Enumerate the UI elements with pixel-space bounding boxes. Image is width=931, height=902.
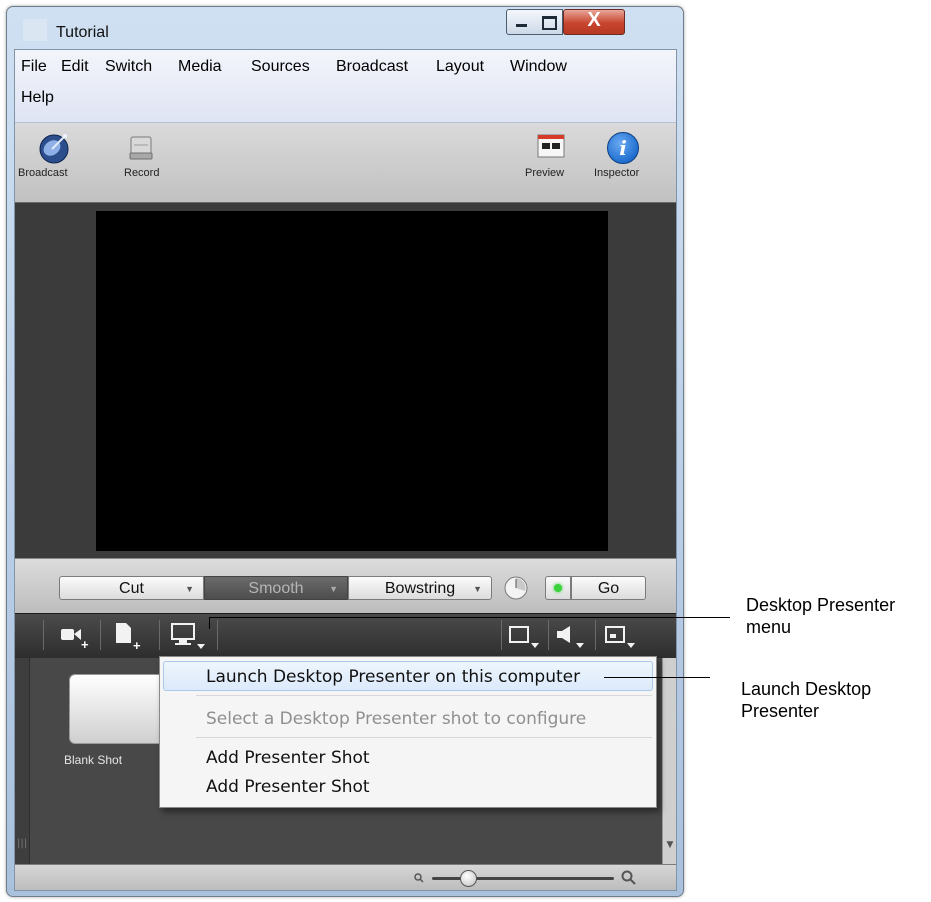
monitor-dropdown-icon [171, 623, 205, 649]
add-presenter-shot-item[interactable]: Add Presenter Shot [206, 748, 370, 768]
go-button[interactable]: Go [571, 576, 646, 600]
record-button[interactable]: Record [117, 129, 173, 183]
rectangle-dropdown-icon [509, 626, 539, 648]
smooth-transition-button[interactable]: Smooth ▼ [204, 576, 348, 600]
led-indicator-icon [554, 584, 562, 592]
desktop-presenter-menu-button[interactable] [171, 623, 211, 655]
transition-duration-dial[interactable] [503, 575, 529, 601]
menu-broadcast[interactable]: Broadcast [336, 58, 408, 76]
select-presenter-shot-item: Select a Desktop Presenter shot to confi… [206, 709, 587, 729]
document-add-icon: + [116, 623, 141, 653]
program-preview-video [96, 211, 608, 551]
maximize-icon [542, 16, 557, 30]
callout-desktop-presenter-menu: Desktop Presenter menu [746, 595, 896, 637]
menu-edit[interactable]: Edit [61, 58, 89, 76]
zoom-out-icon[interactable] [413, 872, 425, 884]
main-toolbar: Broadcast Record Preview i Inspector [15, 123, 676, 203]
cut-transition-button[interactable]: Cut ▼ [59, 576, 204, 600]
footer-bar [15, 864, 676, 890]
add-camera-shot-button[interactable]: + [61, 626, 93, 654]
speaker-dropdown-icon [557, 626, 584, 648]
add-presenter-shot-item-2[interactable]: Add Presenter Shot [206, 777, 370, 797]
menu-layout[interactable]: Layout [436, 58, 484, 76]
app-icon [23, 19, 47, 41]
inspector-label: Inspector [594, 167, 640, 179]
inspector-button[interactable]: i Inspector [587, 129, 657, 183]
blank-shot-label: Blank Shot [64, 753, 123, 767]
menu-window[interactable]: Window [510, 58, 567, 76]
preview-label: Preview [525, 167, 565, 179]
svg-text:+: + [81, 637, 89, 650]
zoom-in-icon[interactable] [621, 870, 637, 886]
preview-button[interactable]: Preview [523, 129, 581, 183]
preview-window-icon [537, 134, 565, 158]
add-media-shot-button[interactable]: + [116, 623, 148, 655]
menu-sources[interactable]: Sources [251, 58, 310, 76]
title-bar[interactable]: Tutorial X [7, 7, 683, 49]
layout-menu-button[interactable] [509, 626, 543, 654]
shots-toolbar: + + [15, 613, 676, 659]
satellite-dish-icon [39, 134, 69, 164]
bowstring-transition-button[interactable]: Bowstring ▼ [348, 576, 492, 600]
window-title: Tutorial [56, 24, 109, 41]
vertical-scrollbar[interactable]: ▼ [662, 658, 676, 864]
menu-file[interactable]: File [21, 58, 47, 76]
chevron-down-icon: ▼ [473, 584, 482, 594]
cut-label: Cut [119, 580, 144, 597]
bowstring-label: Bowstring [384, 580, 456, 597]
close-icon: X [587, 9, 601, 31]
display-menu-button[interactable] [605, 626, 639, 654]
minimize-icon [516, 24, 527, 27]
callout-line-menu [209, 617, 730, 618]
go-led-button[interactable] [545, 576, 571, 600]
info-icon: i [607, 132, 639, 164]
video-camera-add-icon: + [61, 629, 89, 652]
preview-area [15, 203, 676, 558]
scroll-down-icon[interactable]: ▼ [663, 838, 676, 852]
svg-text:+: + [133, 638, 141, 651]
audio-menu-button[interactable] [556, 626, 590, 654]
launch-desktop-presenter-item[interactable]: Launch Desktop Presenter on this compute… [206, 667, 580, 687]
smooth-label: Smooth [248, 580, 304, 597]
broadcast-button[interactable]: Broadcast [18, 129, 83, 183]
resize-grip-icon[interactable]: ||| [17, 838, 27, 858]
go-label: Go [597, 580, 620, 597]
hard-drive-icon [129, 136, 153, 160]
window-dropdown-icon [605, 626, 635, 648]
chevron-down-icon: ▼ [185, 584, 194, 594]
menu-media[interactable]: Media [178, 58, 222, 76]
record-label: Record [124, 167, 160, 179]
callout-line-launch [604, 677, 710, 678]
zoom-slider-thumb[interactable] [460, 870, 477, 887]
desktop-presenter-menu: Launch Desktop Presenter on this compute… [159, 656, 657, 808]
maximize-button[interactable] [534, 9, 563, 35]
chevron-down-icon: ▼ [329, 584, 338, 594]
menu-switch[interactable]: Switch [105, 58, 152, 76]
transition-bar: Cut ▼ Smooth ▼ Bowstring ▼ Go [15, 558, 676, 613]
menu-help[interactable]: Help [21, 89, 54, 107]
minimize-button[interactable] [506, 9, 536, 35]
broadcast-label: Broadcast [18, 167, 68, 179]
callout-launch-desktop-presenter: Launch Desktop Presenter [741, 679, 872, 721]
menu-bar: File Edit Switch Media Sources Broadcast… [15, 50, 676, 123]
callout-tick-menu [209, 617, 210, 629]
close-button[interactable]: X [563, 9, 625, 35]
